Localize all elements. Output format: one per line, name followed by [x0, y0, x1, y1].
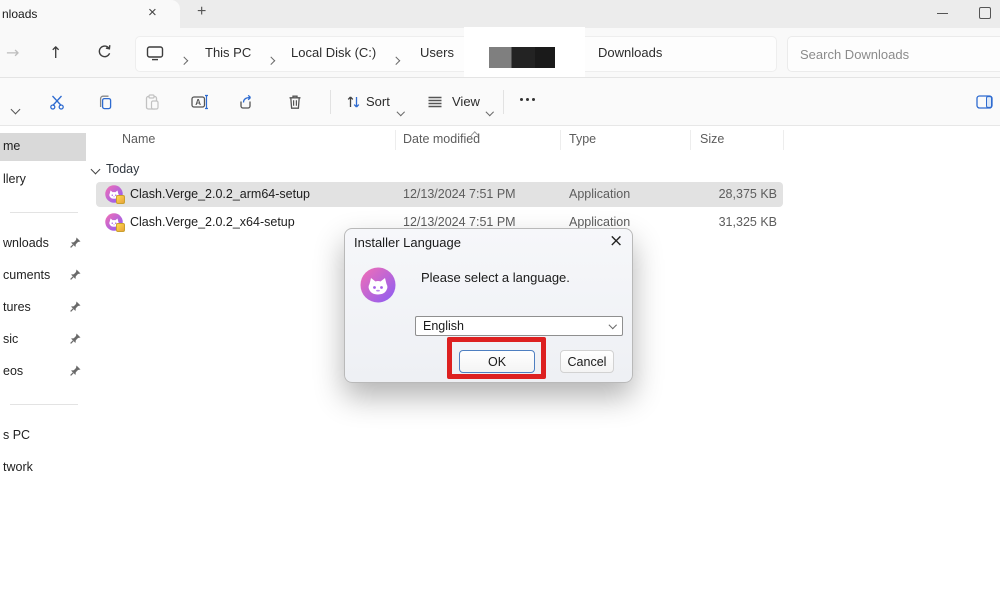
view-icon[interactable]: [424, 91, 446, 113]
sidebar-item-network[interactable]: twork: [0, 458, 86, 478]
share-icon[interactable]: [236, 91, 258, 113]
column-divider[interactable]: [560, 130, 561, 150]
group-label: Today: [106, 162, 139, 176]
column-divider[interactable]: [783, 130, 784, 150]
tab-downloads[interactable]: nloads ×: [0, 0, 180, 28]
tab-label: nloads: [2, 7, 37, 21]
navigation-sidebar: me llery wnloads cuments tures sic eos: [0, 126, 86, 600]
breadcrumb-this-pc[interactable]: This PC: [205, 45, 251, 60]
select-chevron-icon: [608, 321, 616, 329]
installer-badge-icon: [116, 195, 125, 204]
tab-bar: nloads × +: [0, 0, 1000, 28]
file-date: 12/13/2024 7:51 PM: [403, 187, 516, 201]
this-pc-icon: [146, 44, 164, 62]
sidebar-divider: [10, 404, 78, 405]
breadcrumb-downloads[interactable]: Downloads: [598, 45, 662, 60]
group-header-today[interactable]: Today: [92, 162, 139, 176]
installer-badge-icon: [116, 223, 125, 232]
toolbar-divider: [503, 90, 504, 114]
file-type: Application: [569, 187, 630, 201]
copy-icon[interactable]: [94, 91, 116, 113]
minimize-button[interactable]: [937, 13, 948, 14]
column-header-name[interactable]: Name: [122, 132, 155, 146]
file-name: Clash.Verge_2.0.2_arm64-setup: [130, 187, 310, 201]
language-select[interactable]: English: [415, 316, 623, 336]
pin-icon: [70, 269, 81, 280]
view-chevron-icon: [487, 101, 493, 119]
sidebar-item-this-pc[interactable]: s PC: [0, 426, 86, 446]
table-row[interactable]: Clash.Verge_2.0.2_arm64-setup 12/13/2024…: [96, 182, 783, 207]
pin-icon: [70, 333, 81, 344]
sidebar-item-music[interactable]: sic: [0, 330, 86, 350]
sidebar-divider: [10, 212, 78, 213]
column-header-size[interactable]: Size: [700, 132, 724, 146]
column-header-type[interactable]: Type: [569, 132, 596, 146]
column-divider[interactable]: [690, 130, 691, 150]
sort-icon[interactable]: [343, 91, 365, 113]
refresh-icon[interactable]: [96, 43, 113, 60]
maximize-button[interactable]: [979, 7, 991, 19]
dialog-close-icon[interactable]: ×: [609, 231, 623, 251]
breadcrumb-chevron-icon: [268, 50, 274, 68]
sidebar-item-home[interactable]: me: [0, 137, 86, 157]
pin-icon: [70, 237, 81, 248]
toolbar-divider: [330, 90, 331, 114]
breadcrumb-users[interactable]: Users: [420, 45, 454, 60]
more-options-icon[interactable]: [520, 98, 535, 101]
new-menu-chevron-icon[interactable]: [12, 100, 19, 118]
breadcrumb-chevron-icon: [181, 50, 187, 68]
cancel-button[interactable]: Cancel: [560, 350, 614, 373]
file-name: Clash.Verge_2.0.2_x64-setup: [130, 215, 295, 229]
file-date: 12/13/2024 7:51 PM: [403, 215, 516, 229]
file-size: 28,375 KB: [646, 187, 777, 201]
file-size: 31,325 KB: [646, 215, 777, 229]
forward-icon[interactable]: →: [6, 43, 19, 62]
annotation-highlight-box: [447, 337, 546, 379]
column-divider[interactable]: [395, 130, 396, 150]
paste-icon[interactable]: [141, 91, 163, 113]
sidebar-item-videos[interactable]: eos: [0, 362, 86, 382]
clash-verge-logo-icon: [360, 267, 396, 303]
up-icon[interactable]: ↑: [49, 43, 62, 62]
search-box[interactable]: [787, 36, 1000, 72]
delete-icon[interactable]: [284, 91, 306, 113]
file-type: Application: [569, 215, 630, 229]
sort-chevron-icon: [398, 101, 404, 119]
rename-icon[interactable]: A: [188, 91, 210, 113]
column-header-date[interactable]: Date modified: [403, 132, 480, 146]
cut-icon[interactable]: [46, 91, 68, 113]
sidebar-item-downloads[interactable]: wnloads: [0, 234, 86, 254]
collapse-chevron-icon: [91, 164, 101, 174]
sidebar-item-pictures[interactable]: tures: [0, 298, 86, 318]
breadcrumb-local-disk[interactable]: Local Disk (C:): [291, 45, 376, 60]
pin-icon: [70, 301, 81, 312]
breadcrumb-chevron-icon: [393, 50, 399, 68]
search-input[interactable]: [788, 37, 1000, 71]
sidebar-item-documents[interactable]: cuments: [0, 266, 86, 286]
command-toolbar: A Sort View: [0, 78, 1000, 126]
dialog-message: Please select a language.: [421, 270, 570, 285]
redaction-username-box: [489, 47, 555, 68]
file-explorer-window: nloads × + → ↑ This PC Local Disk (C:) U…: [0, 0, 1000, 600]
svg-text:A: A: [195, 98, 201, 107]
sort-button[interactable]: Sort: [366, 94, 390, 109]
view-button[interactable]: View: [452, 94, 480, 109]
language-select-value: English: [423, 319, 464, 333]
details-pane-toggle-icon[interactable]: [974, 91, 996, 113]
tab-close-icon[interactable]: ×: [148, 4, 157, 22]
dialog-title: Installer Language: [354, 235, 461, 250]
new-tab-button[interactable]: +: [197, 3, 206, 21]
sidebar-item-gallery[interactable]: llery: [0, 170, 86, 190]
pin-icon: [70, 365, 81, 376]
